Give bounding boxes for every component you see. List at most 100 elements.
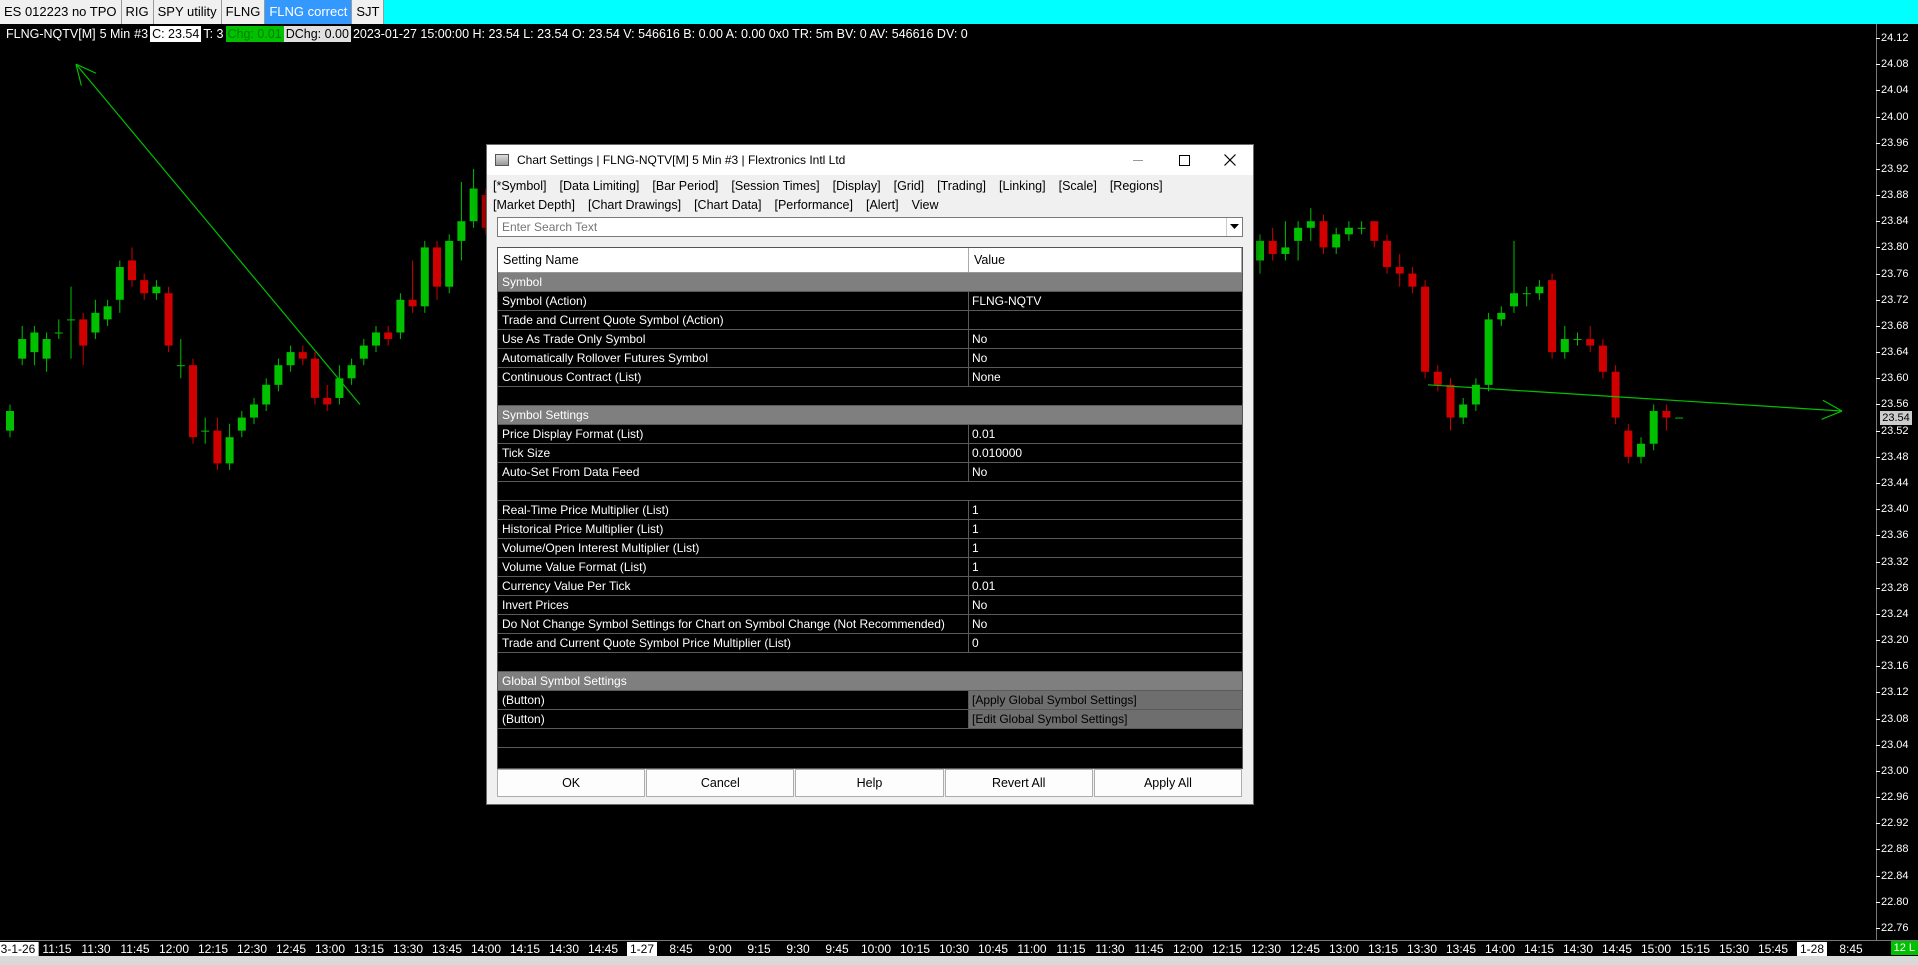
session1-candle <box>396 293 405 340</box>
trendline-arrow-2[interactable] <box>1427 384 1843 420</box>
trendline-arrow-1[interactable] <box>75 63 361 405</box>
settings-tab-session-times[interactable]: [Session Times] <box>731 177 819 196</box>
candle-body <box>1370 221 1379 241</box>
dialog-titlebar[interactable]: Chart Settings | FLNG-NQTV[M] 5 Min #3 |… <box>487 145 1253 175</box>
settings-tab-regions[interactable]: [Regions] <box>1110 177 1163 196</box>
chart-scrollbar[interactable] <box>0 956 1918 965</box>
candle-body <box>1611 371 1620 418</box>
maximize-button[interactable] <box>1161 145 1207 175</box>
setting-value[interactable]: No <box>969 330 1242 348</box>
grid-row-trade-and-current-quote-symbol-price-multiplier-list[interactable]: Trade and Current Quote Symbol Price Mul… <box>498 634 1242 653</box>
settings-tab-grid[interactable]: [Grid] <box>894 177 925 196</box>
setting-value[interactable]: 1 <box>969 539 1242 557</box>
session1-candle <box>457 181 466 261</box>
setting-value[interactable]: No <box>969 596 1242 614</box>
settings-tab-data-limiting[interactable]: [Data Limiting] <box>560 177 640 196</box>
grid-row-invert-prices[interactable]: Invert Prices No <box>498 596 1242 615</box>
tab-sjt[interactable]: SJT <box>352 0 385 24</box>
apply-global-symbol-settings-button[interactable]: [Apply Global Symbol Settings] <box>969 691 1242 709</box>
setting-value[interactable]: None <box>969 368 1242 386</box>
candle-body <box>1573 339 1582 341</box>
tab-flng[interactable]: FLNG <box>221 0 266 24</box>
grid-section-symbol-settings[interactable]: Symbol Settings <box>498 406 1242 425</box>
grid-button-row[interactable]: (Button) [Edit Global Symbol Settings] <box>498 710 1242 729</box>
grid-row-trade-and-current-quote-symbol-action[interactable]: Trade and Current Quote Symbol (Action) <box>498 311 1242 330</box>
grid-row-tick-size[interactable]: Tick Size 0.010000 <box>498 444 1242 463</box>
grid-row-use-as-trade-only-symbol[interactable]: Use As Trade Only Symbol No <box>498 330 1242 349</box>
setting-name: (Button) <box>498 710 969 728</box>
session2-candle <box>1624 424 1633 464</box>
close-button[interactable] <box>1207 145 1253 175</box>
setting-value[interactable]: No <box>969 463 1242 481</box>
grid-row-real-time-price-multiplier-list[interactable]: Real-Time Price Multiplier (List) 1 <box>498 501 1242 520</box>
settings-tab-bar-period[interactable]: [Bar Period] <box>652 177 718 196</box>
tab-spy-utility[interactable]: SPY utility <box>153 0 222 24</box>
time-axis[interactable]: 3-1-26 11:15 11:30 11:45 12:00 12:15 12:30 12:4… <box>0 940 1918 956</box>
session1-candle <box>225 424 234 470</box>
search-box[interactable] <box>497 217 1243 237</box>
tab-flng-correct[interactable]: FLNG correct <box>265 0 353 24</box>
settings-tab-market-depth[interactable]: [Market Depth] <box>493 196 575 215</box>
setting-value[interactable]: 1 <box>969 558 1242 576</box>
grid-row-volume-value-format-list[interactable]: Volume Value Format (List) 1 <box>498 558 1242 577</box>
settings-tab-display[interactable]: [Display] <box>833 177 881 196</box>
grid-row-continuous-contract-list[interactable]: Continuous Contract (List) None <box>498 368 1242 387</box>
candle-body <box>1294 227 1303 241</box>
column-header-value[interactable]: Value <box>969 248 1242 272</box>
column-header-setting-name[interactable]: Setting Name <box>498 248 969 272</box>
grid-section-global-symbol-settings[interactable]: Global Symbol Settings <box>498 672 1242 691</box>
help-button[interactable]: Help <box>795 769 944 797</box>
grid-row-historical-price-multiplier-list[interactable]: Historical Price Multiplier (List) 1 <box>498 520 1242 539</box>
setting-value[interactable]: FLNG-NQTV <box>969 292 1242 310</box>
tab-rig[interactable]: RIG <box>121 0 154 24</box>
ok-button[interactable]: OK <box>497 769 646 797</box>
setting-value[interactable]: 0.01 <box>969 425 1242 443</box>
settings-tab-scale[interactable]: [Scale] <box>1059 177 1097 196</box>
grid-row-symbol-action[interactable]: Symbol (Action) FLNG-NQTV <box>498 292 1242 311</box>
revert-all-button[interactable]: Revert All <box>944 769 1093 797</box>
session1-candle <box>42 332 51 372</box>
session1-candle <box>115 260 124 313</box>
search-input[interactable] <box>498 220 1226 234</box>
minimize-button[interactable] <box>1115 145 1161 175</box>
settings-tab-view[interactable]: View <box>912 196 939 215</box>
time-tick-label: 11:15 <box>1056 942 1086 956</box>
apply-all-button[interactable]: Apply All <box>1093 769 1243 797</box>
settings-tab-performance[interactable]: [Performance] <box>774 196 853 215</box>
price-tick-label: 24.00 <box>1876 110 1909 123</box>
settings-tab-chart-data[interactable]: [Chart Data] <box>694 196 761 215</box>
candle-body <box>237 417 246 431</box>
session2-candle <box>1344 221 1353 241</box>
setting-value[interactable]: No <box>969 615 1242 633</box>
setting-name: Invert Prices <box>498 596 969 614</box>
grid-section-symbol[interactable]: Symbol <box>498 273 1242 292</box>
cancel-button[interactable]: Cancel <box>646 769 795 797</box>
price-tick-label: 23.52 <box>1876 424 1909 437</box>
grid-row-currency-value-per-tick[interactable]: Currency Value Per Tick 0.01 <box>498 577 1242 596</box>
settings-tab-chart-drawings[interactable]: [Chart Drawings] <box>588 196 681 215</box>
edit-global-symbol-settings-button[interactable]: [Edit Global Symbol Settings] <box>969 710 1242 728</box>
grid-row-auto-set-from-data-feed[interactable]: Auto-Set From Data Feed No <box>498 463 1242 482</box>
price-tick-label: 22.92 <box>1876 817 1909 830</box>
setting-value[interactable]: 0.010000 <box>969 444 1242 462</box>
price-axis[interactable]: 24.12 24.08 24.04 24.00 23.96 23.92 23.88 23.84… <box>1876 24 1918 940</box>
settings-tab-alert[interactable]: [Alert] <box>866 196 899 215</box>
session1-candle <box>469 168 478 228</box>
search-dropdown-button[interactable] <box>1226 218 1242 236</box>
grid-row-do-not-change-symbol-settings-for-chart-on-symbol-change-not-recommended[interactable]: Do Not Change Symbol Settings for Chart … <box>498 615 1242 634</box>
setting-value[interactable]: 1 <box>969 501 1242 519</box>
grid-row-volume-open-interest-multiplier-list[interactable]: Volume/Open Interest Multiplier (List) 1 <box>498 539 1242 558</box>
grid-button-row[interactable]: (Button) [Apply Global Symbol Settings] <box>498 691 1242 710</box>
setting-value[interactable] <box>969 311 1242 329</box>
tab-es-012223-no-tpo[interactable]: ES 012223 no TPO <box>0 0 122 24</box>
setting-value[interactable]: No <box>969 349 1242 367</box>
settings-tab-symbol[interactable]: [*Symbol] <box>493 177 547 196</box>
settings-tab-linking[interactable]: [Linking] <box>999 177 1046 196</box>
grid-row-automatically-rollover-futures-symbol[interactable]: Automatically Rollover Futures Symbol No <box>498 349 1242 368</box>
setting-name: Continuous Contract (List) <box>498 368 969 386</box>
setting-value[interactable]: 0 <box>969 634 1242 652</box>
setting-value[interactable]: 1 <box>969 520 1242 538</box>
settings-tab-trading[interactable]: [Trading] <box>937 177 986 196</box>
setting-value[interactable]: 0.01 <box>969 577 1242 595</box>
grid-row-price-display-format-list[interactable]: Price Display Format (List) 0.01 <box>498 425 1242 444</box>
